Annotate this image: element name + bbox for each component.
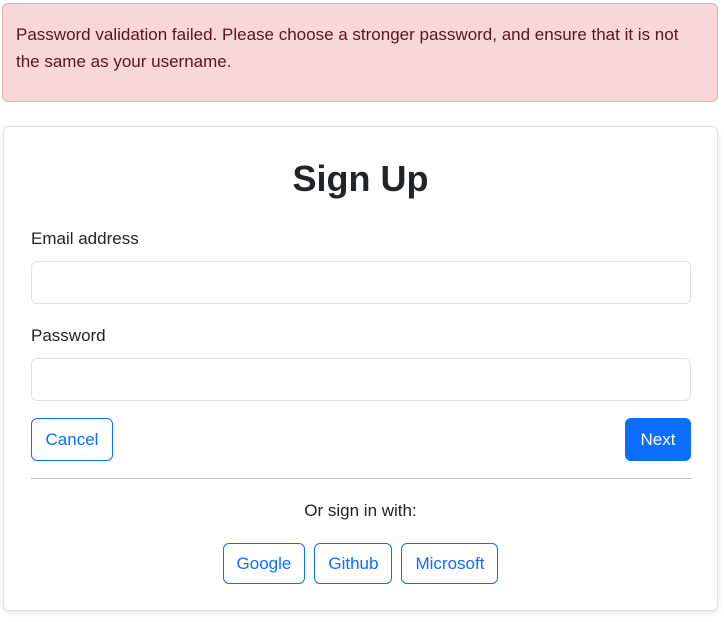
github-button[interactable]: Github	[314, 543, 393, 584]
signup-card: Sign Up Email address Password Cancel Ne…	[3, 126, 718, 611]
password-label: Password	[31, 326, 106, 345]
divider	[31, 478, 691, 479]
google-button[interactable]: Google	[222, 543, 306, 584]
email-label: Email address	[31, 229, 139, 248]
error-alert-message: Password validation failed. Please choos…	[16, 25, 679, 71]
cancel-button[interactable]: Cancel	[31, 418, 113, 461]
microsoft-button[interactable]: Microsoft	[401, 543, 499, 584]
email-field[interactable]	[31, 261, 691, 304]
page-title: Sign Up	[292, 158, 429, 199]
page: Password validation failed. Please choos…	[0, 0, 724, 622]
password-field[interactable]	[31, 358, 691, 401]
social-prompt: Or sign in with:	[304, 501, 417, 520]
error-alert: Password validation failed. Please choos…	[2, 3, 718, 102]
social-buttons: Google Github Microsoft	[4, 543, 717, 584]
next-button[interactable]: Next	[625, 418, 691, 461]
